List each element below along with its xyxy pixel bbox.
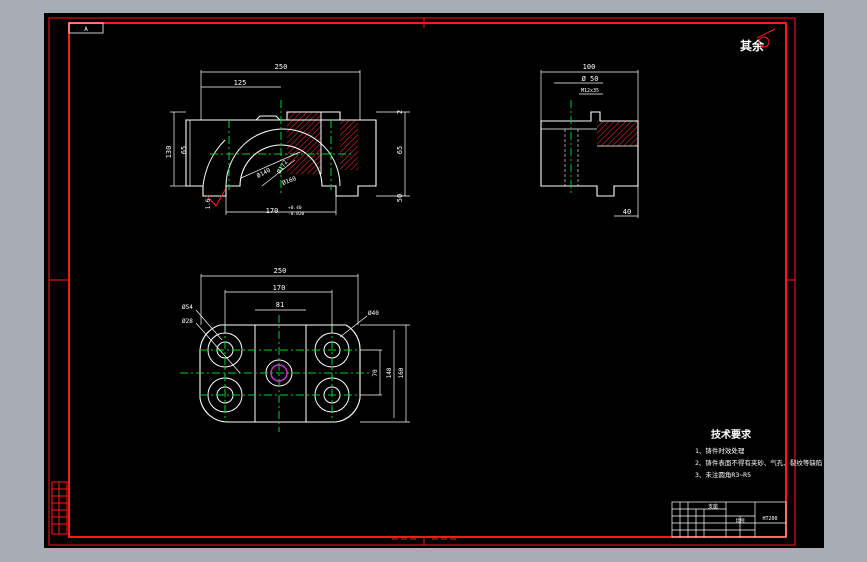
front-dim-130: 130	[165, 146, 173, 159]
top-dim-dia28: Ø28	[182, 318, 193, 325]
top-dim-250: 250	[274, 267, 287, 275]
tech-req-item-1: 1、铸件时效处理	[695, 446, 745, 455]
side-section-hatch	[597, 121, 638, 146]
front-dim-170: 170	[266, 207, 279, 215]
front-dim-250: 250	[275, 63, 288, 71]
tech-req-item-3: 3、未注圆角R3~R5	[695, 470, 751, 479]
top-dim-81: 81	[276, 301, 284, 309]
top-dim-170: 170	[273, 284, 286, 292]
model-space-background	[44, 13, 824, 548]
top-dim-dia54: Ø54	[182, 304, 193, 311]
top-dim-148: 148	[386, 367, 393, 378]
other-roughness-note: 其余	[740, 38, 765, 53]
side-dim-m12: M12x35	[581, 88, 599, 94]
top-dim-160: 160	[398, 367, 405, 378]
front-dim-65-right: 65	[396, 146, 404, 154]
tech-req-item-2: 2、铸件表面不得有夹砂、气孔、裂纹等缺陷	[695, 458, 822, 467]
side-dim-100: 100	[583, 63, 596, 71]
top-dim-dia40: Ø40	[368, 310, 379, 317]
front-dim-50: 50	[396, 194, 404, 202]
front-dim-65-left: 65	[180, 146, 188, 154]
title-block-part-name: 支座	[708, 503, 718, 510]
side-dim-40: 40	[623, 208, 631, 216]
title-block-material: HT200	[762, 516, 777, 522]
front-dim-170-tol-lower: -0.820	[288, 211, 305, 217]
title-block-scale: 比例	[736, 517, 745, 524]
top-dim-70: 70	[372, 369, 379, 377]
front-roughness-value: 1.6	[205, 198, 212, 209]
front-dim-170-tol-upper: +0.40	[288, 205, 302, 211]
side-dim-dia50: Ø 50	[582, 75, 599, 83]
tech-req-heading: 技术要求	[711, 428, 752, 441]
front-dim-2: 2	[396, 110, 404, 114]
drawing-number-text: A	[84, 26, 88, 33]
front-section-hatch-right	[340, 120, 358, 170]
front-dim-125: 125	[234, 79, 247, 87]
cad-drawing-canvas: A 其余 250 125 130 65 2 65 50 170 +0.40 -0…	[44, 13, 824, 548]
